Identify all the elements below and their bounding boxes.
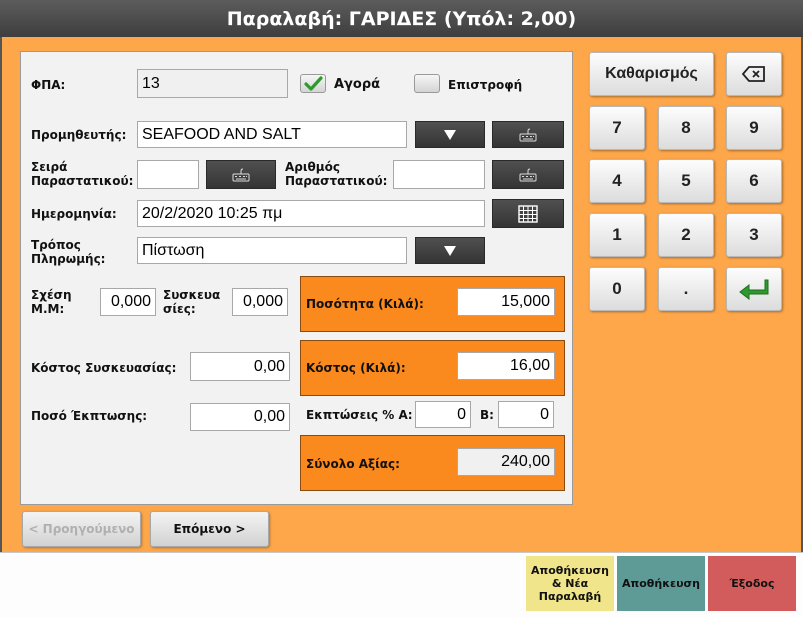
discount-b-label: Β: — [480, 408, 494, 422]
docnum-label: Αριθμός Παραστατικού: — [285, 160, 388, 188]
discount-amount-field[interactable]: 0,00 — [190, 403, 290, 431]
series-keyboard-button[interactable] — [206, 160, 276, 189]
series-label: Σειρά Παραστατικού: — [31, 160, 134, 188]
quantity-field[interactable]: 15,000 — [457, 288, 555, 316]
key-9[interactable]: 9 — [726, 106, 782, 150]
packs-field[interactable]: 0,000 — [232, 288, 288, 316]
key-2[interactable]: 2 — [658, 213, 714, 257]
series-field[interactable] — [137, 160, 199, 189]
window-title: Παραλαβή: ΓΑΡΙΔΕΣ (Υπόλ: 2,00) — [226, 7, 577, 30]
date-label: Ημερομηνία: — [31, 207, 117, 221]
docnum-field[interactable] — [393, 160, 485, 189]
keyboard-icon — [519, 168, 537, 181]
key-4[interactable]: 4 — [589, 159, 645, 203]
discount-a-field[interactable]: 0 — [415, 401, 471, 428]
return-label: Επιστροφή — [448, 78, 523, 92]
quantity-label: Ποσότητα (Κιλά): — [306, 297, 424, 311]
discount-pct-label: Εκπτώσεις % Α: — [306, 408, 413, 422]
pack-cost-label: Κόστος Συσκευασίας: — [31, 361, 177, 375]
prev-button[interactable]: < Προηγούμενο — [22, 511, 141, 547]
key-6[interactable]: 6 — [726, 159, 782, 203]
enter-button[interactable] — [726, 267, 782, 311]
key-5[interactable]: 5 — [658, 159, 714, 203]
docnum-keyboard-button[interactable] — [492, 160, 564, 189]
key-8[interactable]: 8 — [658, 106, 714, 150]
discount-amount-label: Ποσό Έκπτωσης: — [31, 409, 148, 423]
enter-arrow-icon — [739, 279, 769, 300]
backspace-button[interactable] — [726, 52, 782, 96]
total-label: Σύνολο Αξίας: — [306, 457, 400, 471]
supplier-dropdown-button[interactable] — [415, 121, 485, 148]
payment-label: Τρόπος Πληρωμής: — [31, 238, 106, 266]
keyboard-icon — [519, 128, 537, 141]
key-decimal[interactable]: . — [658, 267, 714, 311]
purchase-label: Αγορά — [334, 77, 381, 92]
supplier-field[interactable]: SEAFOOD AND SALT — [137, 121, 407, 148]
total-field[interactable]: 240,00 — [457, 448, 555, 476]
calendar-icon — [518, 204, 538, 223]
date-field[interactable]: 20/2/2020 10:25 πμ — [137, 200, 485, 227]
packs-label: Συσκευασίες: — [163, 288, 221, 316]
date-picker-button[interactable] — [492, 199, 564, 228]
return-checkbox[interactable] — [414, 74, 440, 93]
payment-dropdown-button[interactable] — [415, 237, 485, 264]
window-title-bar: Παραλαβή: ΓΑΡΙΔΕΣ (Υπόλ: 2,00) — [0, 0, 803, 37]
supplier-keyboard-button[interactable] — [492, 121, 564, 148]
vat-field[interactable]: 13 — [137, 69, 288, 98]
clear-button[interactable]: Καθαρισμός — [589, 52, 714, 96]
save-button[interactable]: Αποθήκευση — [617, 556, 705, 611]
triangle-down-icon — [444, 129, 456, 140]
next-button[interactable]: Επόμενο > — [150, 511, 269, 547]
ratio-field[interactable]: 0,000 — [100, 288, 156, 316]
key-3[interactable]: 3 — [726, 213, 782, 257]
pack-cost-field[interactable]: 0,00 — [190, 352, 290, 381]
key-7[interactable]: 7 — [589, 106, 645, 150]
save-new-button[interactable]: Αποθήκευση & Νέα Παραλαβή — [526, 556, 614, 611]
supplier-label: Προμηθευτής: — [31, 128, 127, 142]
payment-field[interactable]: Πίστωση — [137, 237, 407, 264]
discount-b-field[interactable]: 0 — [498, 401, 554, 428]
ratio-label: Σχέση Μ.Μ: — [31, 288, 72, 316]
triangle-down-icon — [444, 245, 456, 256]
key-1[interactable]: 1 — [589, 213, 645, 257]
exit-button[interactable]: Έξοδος — [708, 556, 796, 611]
cost-field[interactable]: 16,00 — [457, 352, 555, 380]
backspace-icon — [742, 66, 765, 82]
vat-label: ΦΠΑ: — [31, 78, 66, 92]
purchase-checkbox[interactable] — [300, 74, 326, 93]
checkmark-icon — [304, 76, 323, 91]
cost-label: Κόστος (Κιλά): — [306, 361, 406, 375]
keyboard-icon — [232, 168, 250, 181]
key-0[interactable]: 0 — [589, 267, 645, 311]
